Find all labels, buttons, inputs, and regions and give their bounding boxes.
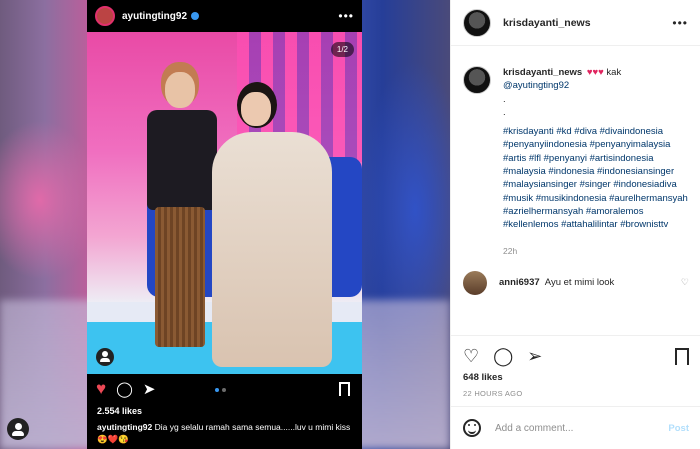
post-photo[interactable]: 1/2 [87, 32, 362, 374]
user-tag-icon[interactable] [96, 348, 114, 366]
emoji-icon[interactable] [463, 419, 481, 437]
caption-username[interactable]: ayutingting92 [97, 422, 152, 432]
mention-link[interactable]: @ayutingting92 [503, 79, 689, 92]
embedded-post: ayutingting92 ••• 1/2 ♥ ◯ ➤ 2.554 likes … [87, 0, 362, 449]
avatar[interactable] [463, 270, 487, 295]
caption-username[interactable]: krisdayanti_news [503, 67, 582, 78]
likes-count[interactable]: 648 likes [463, 372, 503, 383]
hashtags[interactable]: #krisdayanti #kd #diva #divaindonesia #p… [503, 125, 689, 231]
share-icon[interactable]: ➤ [143, 380, 156, 398]
share-icon[interactable]: ➢ [527, 346, 542, 367]
embedded-likes[interactable]: 2.554 likes [97, 406, 142, 416]
panel-username[interactable]: krisdayanti_news [503, 17, 591, 29]
caption-dots: . . [503, 93, 506, 118]
heart-icon[interactable]: ♡ [463, 346, 479, 367]
avatar[interactable] [95, 6, 115, 26]
comment-input[interactable] [495, 422, 669, 434]
add-comment-bar: Post [451, 406, 700, 449]
comment-username[interactable]: anni6937 [499, 277, 540, 288]
comment-icon[interactable]: ◯ [116, 380, 133, 398]
heart-icon[interactable]: ♥ [96, 379, 106, 399]
panel-header: krisdayanti_news ••• [451, 0, 700, 46]
comments-area[interactable]: krisdayanti_news ♥♥♥ kak @ayutingting92 … [451, 46, 700, 335]
verified-icon [191, 12, 200, 20]
hearts-emoji: ♥♥♥ [586, 67, 604, 78]
embedded-post-header: ayutingting92 ••• [87, 0, 362, 32]
comment-text: Ayu et mimi look [544, 277, 615, 289]
comment-like-icon[interactable]: ♡ [681, 277, 689, 288]
bookmark-icon[interactable] [339, 382, 350, 396]
photo-counter: 1/2 [330, 42, 354, 57]
post-button[interactable]: Post [668, 423, 689, 434]
caption-prefix: kak [606, 67, 622, 78]
comment-item: anni6937 Ayu et mimi look ♡ [463, 270, 689, 295]
post-side-panel: krisdayanti_news ••• krisdayanti_news ♥♥… [450, 0, 700, 449]
comment-icon[interactable]: ◯ [493, 346, 513, 367]
avatar[interactable] [463, 8, 491, 37]
post-date[interactable]: 22 HOURS AGO [463, 389, 522, 398]
carousel-dots [215, 388, 226, 392]
embedded-username[interactable]: ayutingting92 [122, 11, 187, 22]
avatar[interactable] [463, 66, 491, 94]
embedded-caption: ayutingting92 Dia yg selalu ramah sama s… [97, 421, 352, 445]
post-time[interactable]: 22h [503, 245, 689, 258]
bookmark-icon[interactable] [675, 347, 689, 365]
user-tag-icon[interactable] [7, 418, 29, 440]
more-options-icon[interactable]: ••• [338, 9, 354, 23]
more-options-icon[interactable]: ••• [672, 16, 688, 30]
caption-row: krisdayanti_news ♥♥♥ kak @ayutingting92 … [463, 66, 689, 258]
panel-actions: ♡ ◯ ➢ [451, 335, 700, 376]
